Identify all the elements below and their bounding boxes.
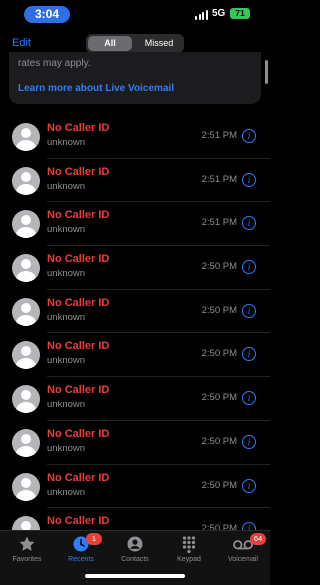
voicemail-icon: 64	[216, 533, 270, 555]
call-row[interactable]: No Caller ID unknown 2:51 PM i	[0, 159, 270, 203]
recent-calls-list: No Caller ID unknown 2:51 PM i No Caller ID u…	[0, 115, 270, 552]
live-voicemail-card: rates may apply. Learn more about Live V…	[9, 52, 261, 104]
caller-label: unknown	[47, 137, 86, 148]
caller-name: No Caller ID	[47, 427, 110, 440]
caller-name: No Caller ID	[47, 340, 110, 353]
status-time[interactable]: 3:04	[24, 6, 70, 23]
caller-name: No Caller ID	[47, 253, 110, 266]
info-icon[interactable]: i	[242, 172, 256, 187]
caller-label: unknown	[47, 180, 86, 192]
call-row[interactable]: No Caller ID unknown 2:50 PM i	[0, 377, 270, 421]
tab-recents[interactable]: 1 Recents	[54, 533, 108, 563]
voicemail-badge: 64	[250, 533, 266, 545]
caller-label: unknown	[47, 311, 86, 323]
tab-label: Favorites	[12, 556, 42, 563]
scrollbar[interactable]	[265, 60, 268, 84]
call-row[interactable]: No Caller ID unknown 2:50 PM i	[0, 246, 270, 290]
call-time: 2:50 PM	[201, 304, 237, 316]
caller-name: No Caller ID	[47, 296, 110, 309]
clock-icon: 1	[54, 533, 108, 555]
call-time: 2:50 PM	[201, 435, 237, 447]
info-icon[interactable]: i	[242, 129, 256, 143]
call-row[interactable]: No Caller ID unknown 2:50 PM i	[0, 421, 270, 465]
call-row[interactable]: No Caller ID unknown 2:50 PM i	[0, 290, 270, 334]
avatar	[12, 297, 40, 326]
tab-label: Contacts	[121, 556, 149, 563]
segment-missed[interactable]: Missed	[136, 36, 182, 51]
star-icon	[0, 535, 54, 555]
caller-label: unknown	[47, 268, 86, 280]
tab-keypad[interactable]: Keypad	[162, 535, 216, 563]
card-text: rates may apply.	[18, 58, 91, 69]
call-time: 2:50 PM	[201, 348, 237, 360]
tab-favorites[interactable]: Favorites	[0, 535, 54, 563]
tab-contacts[interactable]: Contacts	[108, 535, 162, 563]
caller-label: unknown	[47, 442, 86, 454]
call-row[interactable]: No Caller ID unknown 2:51 PM i	[0, 115, 270, 159]
caller-name: No Caller ID	[47, 384, 110, 397]
info-icon[interactable]: i	[242, 391, 256, 406]
recents-badge: 1	[86, 533, 102, 545]
info-icon[interactable]: i	[242, 216, 256, 231]
tab-label: Keypad	[177, 556, 201, 563]
info-icon[interactable]: i	[242, 303, 256, 318]
call-time: 2:51 PM	[201, 217, 237, 229]
caller-label: unknown	[47, 486, 86, 498]
caller-name: No Caller ID	[47, 471, 110, 484]
call-time: 2:51 PM	[201, 130, 237, 141]
avatar	[12, 472, 40, 501]
caller-label: unknown	[47, 399, 86, 411]
call-row[interactable]: No Caller ID unknown 2:50 PM i	[0, 333, 270, 378]
tab-voicemail[interactable]: 64 Voicemail	[216, 533, 270, 563]
avatar	[12, 123, 40, 151]
info-icon[interactable]: i	[242, 478, 256, 493]
edit-button[interactable]: Edit	[12, 37, 31, 49]
info-icon[interactable]: i	[242, 260, 256, 275]
avatar	[12, 210, 40, 239]
person-circle-icon	[108, 535, 162, 555]
call-time: 2:50 PM	[201, 392, 237, 404]
filter-segmented-control: All Missed	[86, 34, 184, 53]
call-time: 2:50 PM	[201, 261, 237, 273]
tab-label: Recents	[68, 556, 94, 563]
avatar	[12, 341, 40, 370]
avatar	[12, 254, 40, 283]
caller-name: No Caller ID	[47, 515, 110, 528]
caller-name: No Caller ID	[47, 122, 110, 134]
call-row[interactable]: No Caller ID unknown 2:50 PM i	[0, 465, 270, 509]
avatar	[12, 428, 40, 457]
info-icon[interactable]: i	[242, 434, 256, 449]
caller-label: unknown	[47, 355, 86, 367]
tab-label: Voicemail	[228, 556, 258, 563]
signal-icon	[195, 10, 209, 20]
call-row[interactable]: No Caller ID unknown 2:51 PM i	[0, 202, 270, 247]
caller-name: No Caller ID	[47, 209, 110, 222]
avatar	[12, 385, 40, 414]
status-bar: 3:04 5G 71	[0, 0, 270, 28]
info-icon[interactable]: i	[242, 347, 256, 362]
network-label: 5G	[212, 8, 226, 19]
call-time: 2:50 PM	[201, 479, 237, 491]
keypad-icon	[162, 535, 216, 555]
learn-more-link[interactable]: Learn more about Live Voicemail	[18, 83, 174, 94]
call-time: 2:51 PM	[201, 173, 237, 185]
segment-all[interactable]: All	[88, 36, 132, 51]
caller-label: unknown	[47, 224, 86, 236]
home-indicator[interactable]	[85, 574, 185, 578]
avatar	[12, 166, 40, 195]
caller-name: No Caller ID	[47, 165, 110, 178]
battery-icon: 71	[230, 8, 250, 19]
